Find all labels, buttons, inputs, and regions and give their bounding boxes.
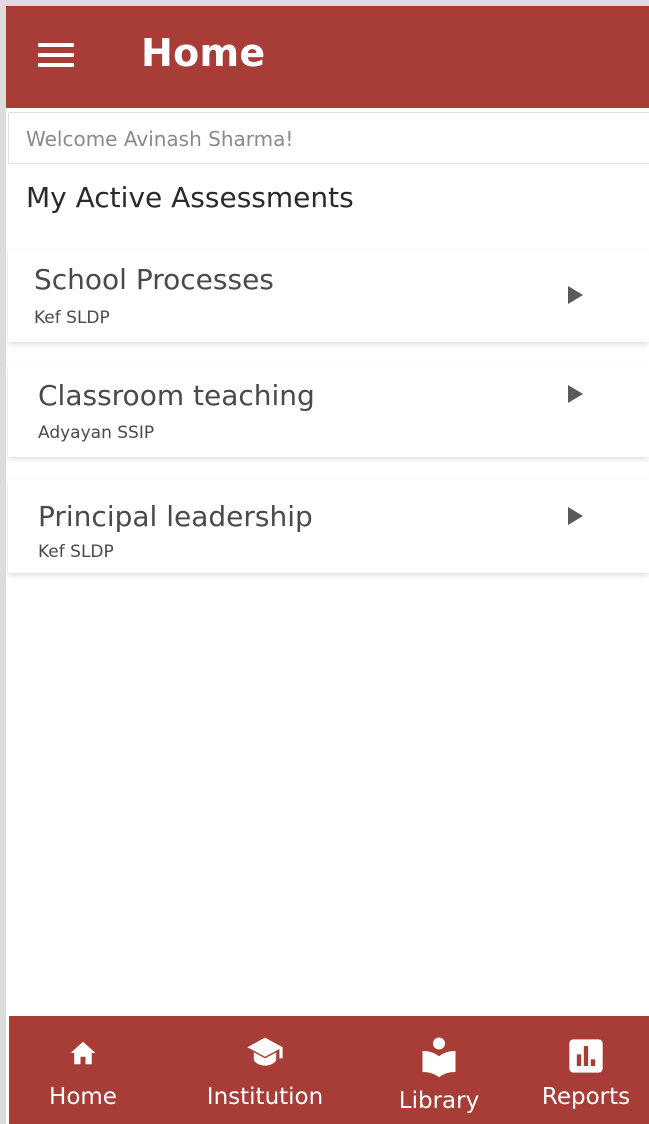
home-icon: [70, 1041, 96, 1065]
nav-item-home[interactable]: Home: [27, 1016, 139, 1124]
bottom-nav: Home Institution Library Reports: [9, 1016, 649, 1124]
chevron-right-icon: [568, 385, 583, 403]
assessment-card[interactable]: School Processes Kef SLDP: [8, 249, 649, 342]
nav-label-reports: Reports: [541, 1084, 631, 1110]
nav-item-institution[interactable]: Institution: [194, 1016, 336, 1124]
welcome-bar: Welcome Avinash Sharma!: [8, 112, 649, 164]
assessment-title: School Processes: [34, 263, 274, 296]
assessment-card[interactable]: Classroom teaching Adyayan SSIP: [8, 364, 649, 457]
bar-chart-icon: [569, 1039, 603, 1073]
assessment-subtitle: Kef SLDP: [38, 542, 114, 562]
hamburger-menu-icon[interactable]: [34, 38, 74, 74]
assessment-subtitle: Kef SLDP: [34, 308, 110, 328]
welcome-message: Welcome Avinash Sharma!: [26, 127, 294, 151]
graduation-cap-icon: [247, 1037, 283, 1066]
nav-item-library[interactable]: Library: [386, 1016, 492, 1124]
nav-label-institution: Institution: [206, 1084, 324, 1110]
app-header: Home: [6, 6, 649, 108]
assessment-card[interactable]: Principal leadership Kef SLDP: [8, 480, 649, 573]
assessment-subtitle: Adyayan SSIP: [38, 423, 155, 443]
nav-item-reports[interactable]: Reports: [530, 1016, 642, 1124]
chevron-right-icon: [568, 286, 583, 304]
nav-label-library: Library: [398, 1088, 480, 1114]
library-book-icon: [422, 1037, 456, 1078]
nav-label-home: Home: [49, 1084, 117, 1110]
assessment-title: Principal leadership: [38, 500, 313, 533]
assessment-title: Classroom teaching: [38, 379, 315, 412]
page-title: Home: [141, 31, 266, 75]
section-heading: My Active Assessments: [26, 181, 354, 214]
app-frame: Home Welcome Avinash Sharma! My Active A…: [6, 6, 649, 1124]
chevron-right-icon: [568, 507, 583, 525]
